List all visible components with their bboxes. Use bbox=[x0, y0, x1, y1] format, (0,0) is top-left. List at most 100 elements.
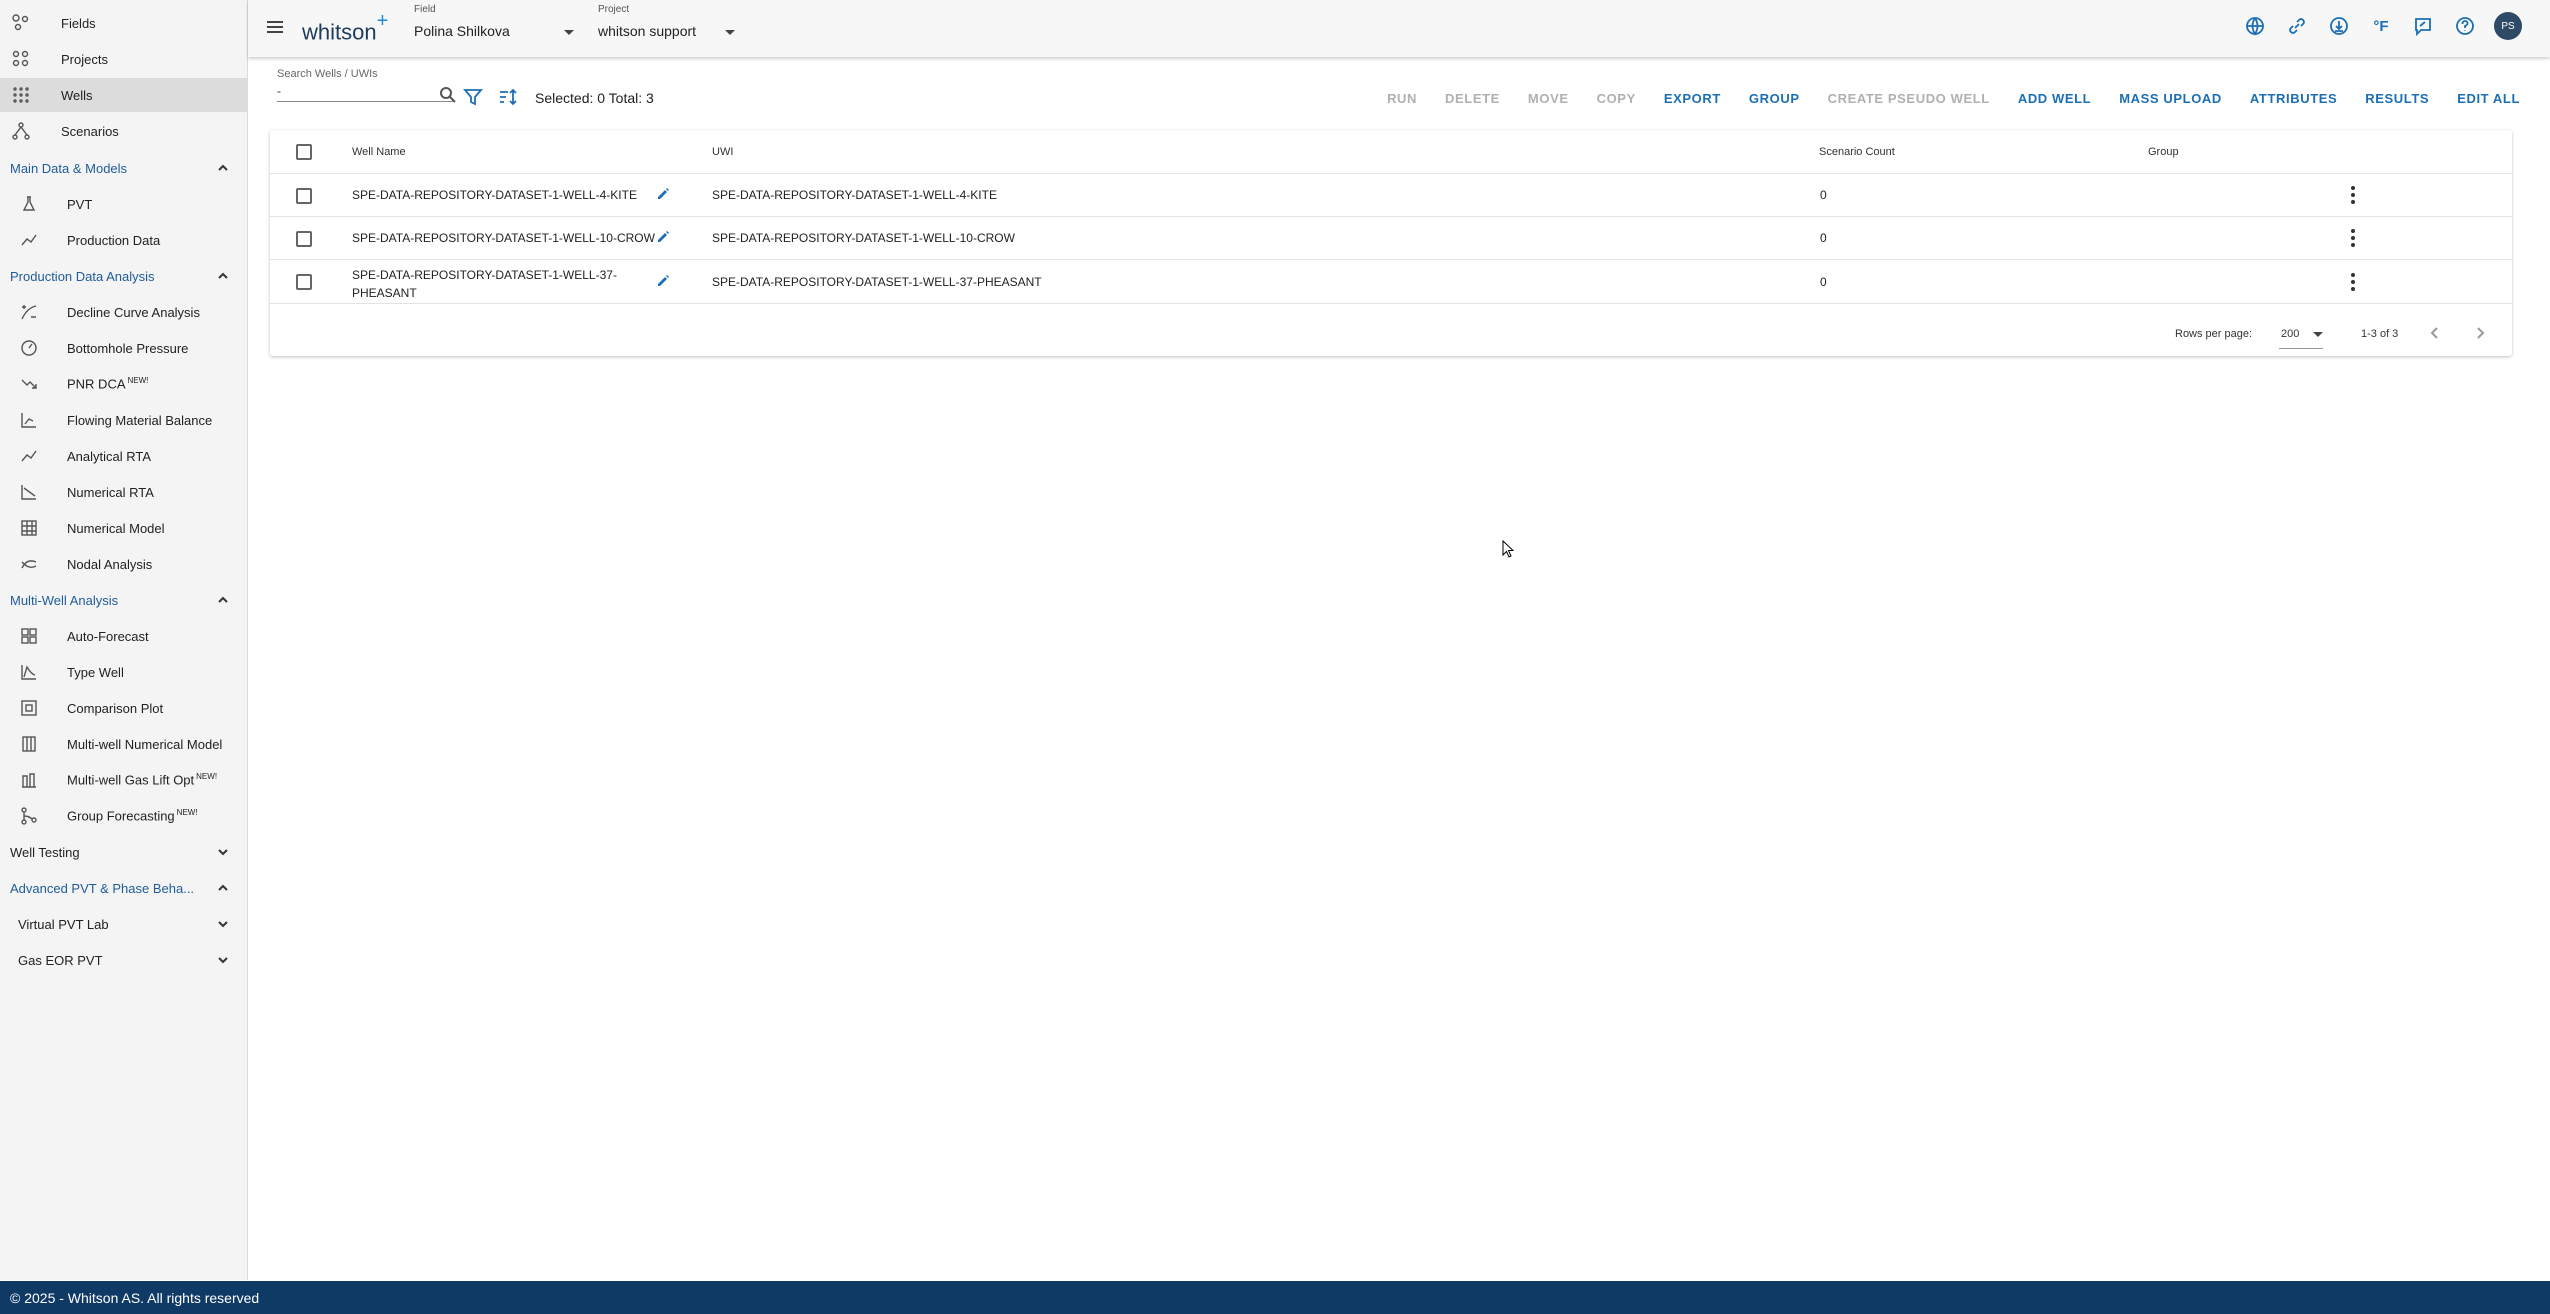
sidebar-item-production-data[interactable]: Production Data bbox=[0, 223, 247, 257]
edit-icon[interactable] bbox=[656, 187, 672, 203]
section-main-data[interactable]: Main Data & Models bbox=[0, 151, 247, 185]
filter-icon[interactable] bbox=[462, 86, 484, 108]
search-caption: Search Wells / UWIs bbox=[277, 68, 378, 80]
add-well-button[interactable]: ADD WELL bbox=[2004, 88, 2105, 108]
uwi-cell: SPE-DATA-REPOSITORY-DATASET-1-WELL-10-CR… bbox=[712, 231, 1015, 245]
sidebar-item-mw-gas-lift[interactable]: Multi-well Gas Lift Opt NEW! bbox=[0, 763, 247, 797]
sidebar-item-type-well[interactable]: Type Well bbox=[0, 655, 247, 689]
section-label: Gas EOR PVT bbox=[18, 952, 103, 968]
new-badge: NEW! bbox=[196, 772, 218, 782]
flask-icon bbox=[18, 193, 40, 215]
footer: © 2025 - Whitson AS. All rights reserved bbox=[0, 1281, 2550, 1314]
sidebar-item-comparison-plot[interactable]: Comparison Plot bbox=[0, 691, 247, 725]
dashboard-icon bbox=[18, 625, 40, 647]
section-advanced-pvt[interactable]: Advanced PVT & Phase Beha... bbox=[0, 871, 247, 905]
row-menu-icon[interactable] bbox=[2344, 272, 2362, 292]
sidebar-item-mw-numerical-model[interactable]: Multi-well Numerical Model bbox=[0, 727, 247, 761]
globe-icon[interactable] bbox=[2242, 13, 2268, 39]
table-row[interactable]: SPE-DATA-REPOSITORY-DATASET-1-WELL-37- P… bbox=[270, 260, 2512, 304]
sidebar-item-fields[interactable]: Fields bbox=[0, 6, 247, 40]
sidebar-item-pnr-dca[interactable]: PNR DCA NEW! bbox=[0, 367, 247, 401]
move-button[interactable]: MOVE bbox=[1514, 88, 1583, 108]
table-row[interactable]: SPE-DATA-REPOSITORY-DATASET-1-WELL-4-KIT… bbox=[270, 174, 2512, 217]
link-icon[interactable] bbox=[2284, 13, 2310, 39]
chevron-up-icon bbox=[215, 592, 231, 608]
new-badge: NEW! bbox=[176, 808, 198, 818]
table-row[interactable]: SPE-DATA-REPOSITORY-DATASET-1-WELL-10-CR… bbox=[270, 217, 2512, 260]
delete-button[interactable]: DELETE bbox=[1431, 88, 1514, 108]
edit-icon[interactable] bbox=[656, 274, 672, 290]
search-input[interactable] bbox=[277, 80, 455, 102]
user-avatar[interactable]: PS bbox=[2494, 12, 2522, 40]
sidebar-item-nodal-analysis[interactable]: Nodal Analysis bbox=[0, 547, 247, 581]
column-header-well-name[interactable]: Well Name bbox=[352, 146, 406, 158]
column-header-scenario-count[interactable]: Scenario Count bbox=[1819, 146, 1895, 158]
field-select[interactable]: Field Polina Shilkova bbox=[414, 4, 594, 39]
section-virtual-pvt-lab[interactable]: Virtual PVT Lab bbox=[0, 907, 247, 941]
trend-icon bbox=[18, 445, 40, 467]
sidebar-item-bhp[interactable]: Bottomhole Pressure bbox=[0, 331, 247, 365]
sidebar-item-projects[interactable]: Projects bbox=[0, 42, 247, 76]
row-checkbox[interactable] bbox=[296, 231, 312, 247]
section-pda[interactable]: Production Data Analysis bbox=[0, 259, 247, 293]
sidebar-item-scenarios[interactable]: Scenarios bbox=[0, 114, 247, 148]
select-all-checkbox[interactable] bbox=[296, 144, 312, 160]
app-header: whitson+ Field Polina Shilkova Project w… bbox=[248, 0, 2550, 57]
search-icon[interactable] bbox=[439, 86, 457, 104]
row-checkbox[interactable] bbox=[296, 274, 312, 290]
menu-icon[interactable] bbox=[264, 16, 288, 40]
column-header-uwi[interactable]: UWI bbox=[712, 146, 733, 158]
sidebar-item-numerical-rta[interactable]: Numerical RTA bbox=[0, 475, 247, 509]
comparison-icon bbox=[18, 697, 40, 719]
sidebar-item-numerical-model[interactable]: Numerical Model bbox=[0, 511, 247, 545]
chevron-left-icon[interactable] bbox=[2427, 325, 2445, 343]
download-icon[interactable] bbox=[2326, 13, 2352, 39]
caret-down-icon[interactable] bbox=[2313, 332, 2323, 337]
copy-button[interactable]: COPY bbox=[1583, 88, 1650, 108]
rows-per-page-select[interactable]: 200 bbox=[2281, 328, 2299, 340]
sidebar-item-wells[interactable]: Wells bbox=[0, 78, 247, 112]
gauge-icon bbox=[18, 337, 40, 359]
app-logo[interactable]: whitson+ bbox=[302, 10, 388, 45]
new-badge: NEW! bbox=[127, 376, 149, 386]
sidebar-item-label: PVT bbox=[67, 196, 93, 212]
action-bar: RUN DELETE MOVE COPY EXPORT GROUP CREATE… bbox=[1373, 88, 2534, 108]
column-header-group[interactable]: Group bbox=[2148, 146, 2179, 158]
wells-icon bbox=[10, 84, 32, 106]
logo-text: whitson bbox=[302, 19, 377, 45]
sidebar-item-group-forecasting[interactable]: Group Forecasting NEW! bbox=[0, 799, 247, 833]
sidebar-item-dca[interactable]: Decline Curve Analysis bbox=[0, 295, 247, 329]
project-select[interactable]: Project whitson support bbox=[598, 4, 748, 39]
edit-all-button[interactable]: EDIT ALL bbox=[2443, 88, 2534, 108]
field-value: Polina Shilkova bbox=[414, 23, 510, 39]
section-gas-eor-pvt[interactable]: Gas EOR PVT bbox=[0, 943, 247, 977]
chevron-right-icon[interactable] bbox=[2472, 325, 2490, 343]
section-well-testing[interactable]: Well Testing bbox=[0, 835, 247, 869]
label-text: Group Forecasting bbox=[67, 808, 175, 824]
export-button[interactable]: EXPORT bbox=[1650, 88, 1735, 108]
decline-curve-icon bbox=[18, 301, 40, 323]
sidebar-item-analytical-rta[interactable]: Analytical RTA bbox=[0, 439, 247, 473]
temperature-unit-button[interactable]: °F bbox=[2368, 13, 2394, 39]
group-button[interactable]: GROUP bbox=[1735, 88, 1814, 108]
attributes-button[interactable]: ATTRIBUTES bbox=[2236, 88, 2351, 108]
sidebar-item-label: Bottomhole Pressure bbox=[67, 340, 189, 356]
chevron-down-icon bbox=[215, 844, 231, 860]
edit-icon[interactable] bbox=[656, 230, 672, 246]
sidebar-item-auto-forecast[interactable]: Auto-Forecast bbox=[0, 619, 247, 653]
help-icon[interactable] bbox=[2452, 13, 2478, 39]
row-checkbox[interactable] bbox=[296, 188, 312, 204]
mass-upload-button[interactable]: MASS UPLOAD bbox=[2105, 88, 2236, 108]
page-range: 1-3 of 3 bbox=[2361, 328, 2399, 340]
row-menu-icon[interactable] bbox=[2344, 185, 2362, 205]
results-button[interactable]: RESULTS bbox=[2351, 88, 2443, 108]
wells-table: Well Name UWI Scenario Count Group SPE-D… bbox=[270, 130, 2512, 356]
feedback-icon[interactable] bbox=[2410, 13, 2436, 39]
section-mwa[interactable]: Multi-Well Analysis bbox=[0, 583, 247, 617]
run-button[interactable]: RUN bbox=[1373, 88, 1431, 108]
row-menu-icon[interactable] bbox=[2344, 228, 2362, 248]
sidebar-item-pvt[interactable]: PVT bbox=[0, 187, 247, 221]
sort-icon[interactable] bbox=[497, 86, 519, 108]
sidebar-item-fmb[interactable]: Flowing Material Balance bbox=[0, 403, 247, 437]
create-pseudo-well-button[interactable]: CREATE PSEUDO WELL bbox=[1814, 88, 2004, 108]
